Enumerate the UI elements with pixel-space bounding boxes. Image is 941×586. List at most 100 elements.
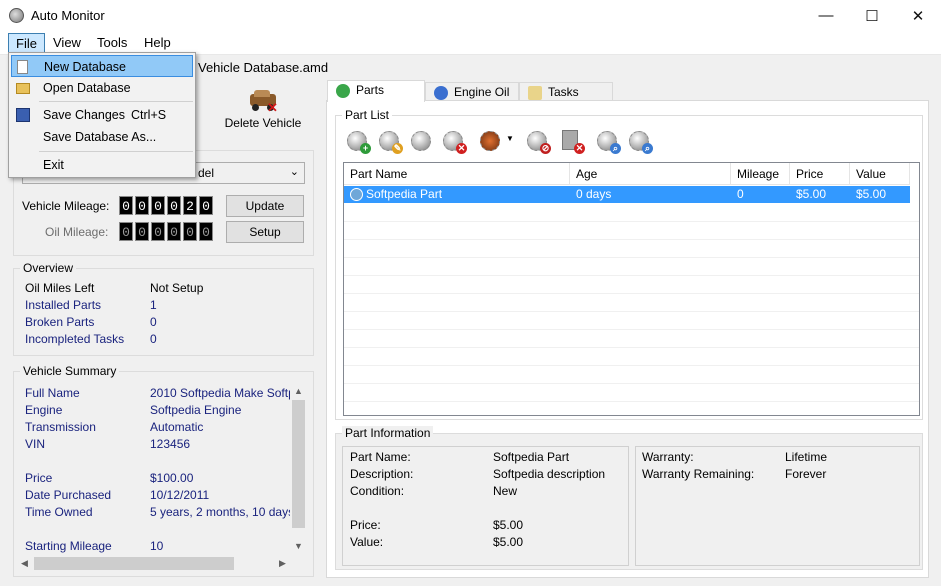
close-button[interactable]: ✕ — [895, 0, 941, 31]
app-icon — [9, 8, 24, 23]
folder-icon — [16, 83, 30, 94]
summary-key: Date Purchased — [25, 488, 112, 502]
maximize-button[interactable]: ☐ — [849, 0, 895, 31]
grid-line — [344, 347, 919, 348]
table-row[interactable]: Softpedia Part 0 days 0 $5.00 $5.00 — [344, 186, 910, 203]
minimize-button[interactable]: — — [803, 0, 849, 31]
column-header-mileage[interactable]: Mileage — [731, 163, 790, 185]
overview-key: Oil Miles Left — [25, 281, 95, 295]
update-button[interactable]: Update — [226, 195, 304, 217]
tab-parts[interactable]: Parts — [327, 80, 425, 102]
summary-key: Full Name — [25, 386, 80, 400]
scrollbar-thumb[interactable] — [34, 557, 234, 570]
menu-save-database-as[interactable]: Save Database As... — [11, 126, 193, 148]
column-header-price[interactable]: Price — [790, 163, 850, 185]
summary-value: 10/12/2011 — [150, 488, 210, 502]
grid-line — [344, 221, 919, 222]
info-key: Warranty Remaining: — [642, 467, 755, 481]
summary-vertical-scrollbar[interactable]: ▲ ▼ — [290, 383, 307, 555]
overview-value: 0 — [150, 332, 157, 346]
info-icon — [434, 86, 448, 100]
grid-line — [344, 365, 919, 366]
title-bar: Auto Monitor — ☐ ✕ — [0, 0, 941, 31]
vehicle-mileage-label: Vehicle Mileage: — [22, 199, 110, 213]
cell-value: $5.00 — [856, 187, 887, 201]
overview-key: Broken Parts — [25, 315, 95, 329]
menu-view[interactable]: View — [46, 33, 88, 53]
grid-line — [344, 383, 919, 384]
part-info-right-panel — [635, 446, 920, 566]
chevron-down-icon[interactable]: ▼ — [294, 541, 303, 551]
info-key: Price: — [350, 518, 381, 532]
info-value: New — [493, 484, 518, 498]
summary-value: Automatic — [150, 420, 204, 434]
menu-exit[interactable]: Exit — [11, 154, 193, 176]
overview-key: Installed Parts — [25, 298, 102, 312]
tools-dropdown-icon[interactable]: ▼ — [478, 128, 514, 154]
clipboard-icon — [528, 86, 542, 100]
column-header-age[interactable]: Age — [570, 163, 731, 185]
summary-key: Engine — [25, 403, 63, 417]
cell-part-name: Softpedia Part — [366, 187, 443, 201]
info-value: $5.00 — [493, 518, 524, 532]
info-value: Lifetime — [785, 450, 828, 464]
part-list-table[interactable]: Part Name Age Mileage Price Value Softpe… — [343, 162, 920, 416]
summary-value: 10 — [150, 539, 164, 553]
menu-open-database[interactable]: Open Database — [11, 77, 193, 99]
tab-tasks[interactable]: Tasks — [519, 82, 613, 102]
save-icon — [16, 108, 30, 122]
cell-age: 0 days — [576, 187, 612, 201]
grid-line — [344, 401, 919, 402]
database-filename: Vehicle Database.amd — [198, 60, 329, 75]
odometer-digit: 0 — [199, 222, 213, 241]
summary-key: VIN — [25, 437, 46, 451]
delete-vehicle-button[interactable]: ✕ Delete Vehicle — [222, 88, 304, 130]
info-key: Part Name: — [350, 450, 411, 464]
summary-key: Starting Mileage — [25, 539, 112, 553]
scrollbar-thumb[interactable] — [292, 400, 305, 528]
info-key: Condition: — [350, 484, 405, 498]
summary-value: 2010 Softpedia Make Softp... — [150, 386, 305, 400]
info-value: Softpedia Part — [493, 450, 570, 464]
chevron-up-icon[interactable]: ▲ — [294, 386, 303, 396]
remove-part-icon[interactable]: ✕ — [559, 128, 585, 154]
car-delete-icon: ✕ — [247, 88, 279, 115]
setup-button[interactable]: Setup — [226, 221, 304, 243]
summary-key: Transmission — [25, 420, 96, 434]
odometer-digit: 0 — [151, 222, 165, 241]
chevron-left-icon[interactable]: ◀ — [21, 558, 28, 569]
menu-separator — [39, 151, 193, 152]
view-part-icon[interactable]: ⌕ — [627, 128, 653, 154]
odometer-digit: 0 — [135, 222, 149, 241]
summary-value: 123456 — [150, 437, 191, 451]
chevron-down-icon: ⌄ — [289, 166, 299, 178]
copy-part-icon[interactable] — [409, 128, 435, 154]
menu-tools[interactable]: Tools — [90, 33, 134, 53]
overview-value: Not Setup — [150, 281, 204, 295]
broken-part-icon[interactable]: ⊘ — [525, 128, 551, 154]
part-list-title: Part List — [342, 108, 393, 122]
edit-part-icon[interactable]: ✎ — [377, 128, 403, 154]
menu-new-database[interactable]: New Database — [11, 55, 193, 77]
menu-file[interactable]: File — [8, 33, 45, 53]
vehicle-mileage-odometer: 0 0 0 0 2 0 — [119, 196, 213, 215]
cell-price: $5.00 — [796, 187, 827, 201]
odometer-digit: 2 — [183, 196, 197, 215]
tab-engine-oil[interactable]: Engine Oil — [425, 82, 519, 102]
odometer-digit: 0 — [167, 196, 181, 215]
search-part-icon[interactable]: ⌕ — [595, 128, 621, 154]
add-part-icon[interactable]: + — [345, 128, 371, 154]
summary-horizontal-scrollbar[interactable]: ◀ ▶ — [17, 555, 307, 572]
chevron-right-icon[interactable]: ▶ — [279, 558, 286, 569]
check-icon — [336, 84, 350, 98]
menu-save-changes[interactable]: Save Changes Ctrl+S — [11, 104, 193, 126]
menu-help[interactable]: Help — [137, 33, 178, 53]
column-header-value[interactable]: Value — [850, 163, 910, 185]
delete-part-icon[interactable]: ✕ — [441, 128, 467, 154]
column-header-part-name[interactable]: Part Name — [344, 163, 570, 185]
oil-mileage-label: Oil Mileage: — [45, 225, 109, 239]
vehicle-summary-title: Vehicle Summary — [20, 364, 120, 378]
odometer-digit: 0 — [151, 196, 165, 215]
oil-mileage-odometer: 0 0 0 0 0 0 — [119, 222, 213, 241]
grid-line — [344, 329, 919, 330]
